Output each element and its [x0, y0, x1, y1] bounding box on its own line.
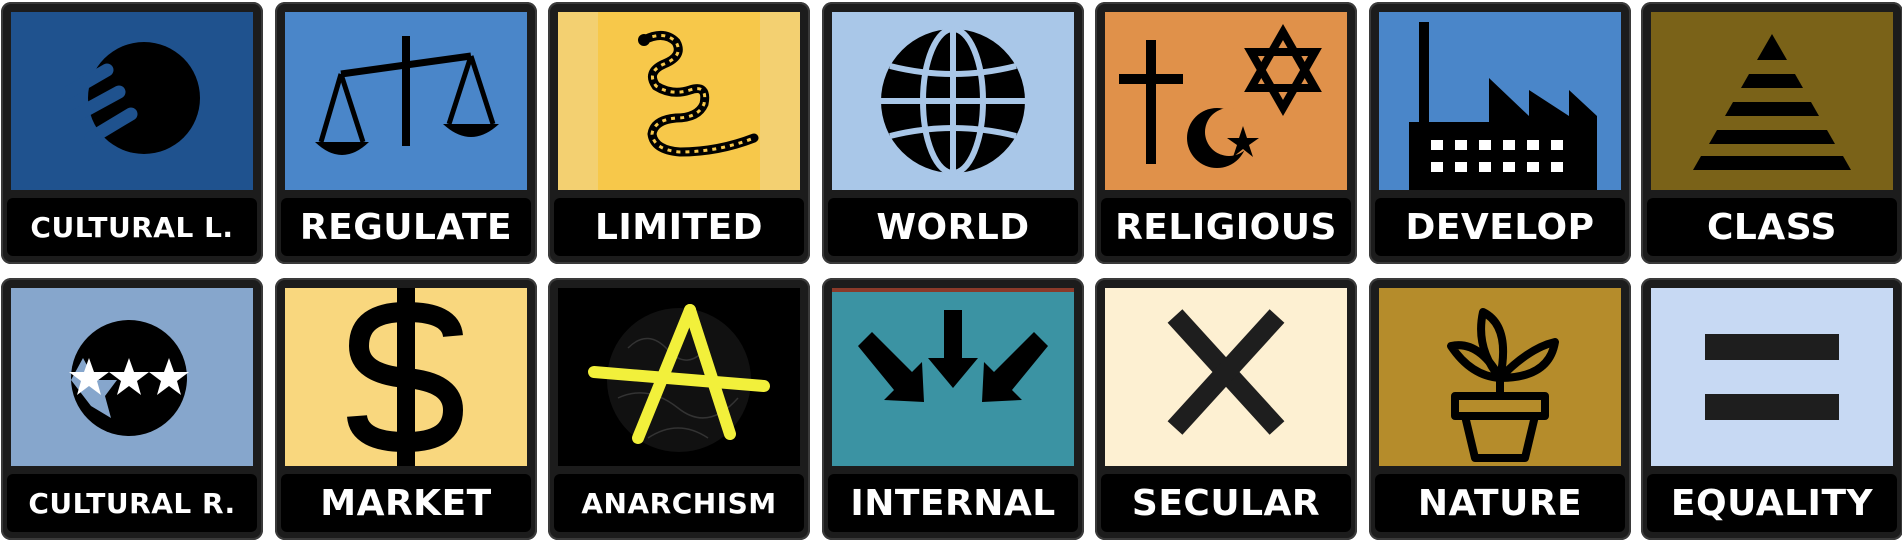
tile-art	[1379, 288, 1621, 466]
tile-art	[1379, 12, 1621, 190]
tile-develop[interactable]: DEVELOP	[1369, 2, 1631, 264]
tile-label: MARKET	[281, 474, 531, 532]
globe-icon	[881, 26, 1025, 176]
tile-label: LIMITED	[554, 198, 804, 256]
tile-cultural-l[interactable]: CULTURAL L.	[1, 2, 263, 264]
tile-religious[interactable]: RELIGIOUS	[1095, 2, 1357, 264]
tile-label: ANARCHISM	[554, 474, 804, 532]
cross-x-icon	[1167, 309, 1285, 435]
tile-limited[interactable]: LIMITED	[548, 2, 810, 264]
tile-label: WORLD	[828, 198, 1078, 256]
tile-secular[interactable]: SECULAR	[1095, 278, 1357, 540]
tile-nature[interactable]: NATURE	[1369, 278, 1631, 540]
tile-regulate[interactable]: REGULATE	[275, 2, 537, 264]
orb-icon	[62, 42, 200, 154]
tile-label: EQUALITY	[1647, 474, 1897, 532]
pyramid-icon	[1693, 34, 1851, 170]
tile-art	[285, 12, 527, 190]
dollar-icon	[347, 288, 464, 466]
tile-anarchism[interactable]: ANARCHISM	[548, 278, 810, 540]
tile-art	[11, 12, 253, 190]
gadsden-snake-icon	[558, 12, 800, 190]
tile-world[interactable]: WORLD	[822, 2, 1084, 264]
tile-class[interactable]: CLASS	[1641, 2, 1902, 264]
tile-art	[1105, 12, 1347, 190]
scales-icon	[315, 36, 499, 155]
tile-label: REGULATE	[281, 198, 531, 256]
ideology-tile-grid: CULTURAL L. REGULATE LIMITED WORLD RELIG…	[0, 0, 1902, 542]
tile-art	[1651, 12, 1893, 190]
tile-art	[832, 288, 1074, 466]
factory-icon	[1409, 22, 1597, 190]
anarchy-icon	[588, 304, 770, 452]
tile-label: CULTURAL L.	[7, 198, 257, 256]
potted-plant-icon	[1447, 308, 1559, 462]
tile-art	[558, 12, 800, 190]
starred-orb-icon	[69, 320, 189, 436]
tile-label: NATURE	[1375, 474, 1625, 532]
tile-label: RELIGIOUS	[1101, 198, 1351, 256]
inward-arrows-icon	[832, 288, 1074, 402]
religious-symbols-icon	[1119, 23, 1322, 168]
equals-icon	[1705, 334, 1839, 420]
tile-art	[1651, 288, 1893, 466]
tile-cultural-r[interactable]: CULTURAL R.	[1, 278, 263, 540]
tile-label: INTERNAL	[828, 474, 1078, 532]
tile-art	[285, 288, 527, 466]
tile-market[interactable]: MARKET	[275, 278, 537, 540]
tile-equality[interactable]: EQUALITY	[1641, 278, 1902, 540]
tile-internal[interactable]: INTERNAL	[822, 278, 1084, 540]
tile-label: CULTURAL R.	[7, 474, 257, 532]
tile-label: SECULAR	[1101, 474, 1351, 532]
tile-art	[11, 288, 253, 466]
tile-label: DEVELOP	[1375, 198, 1625, 256]
tile-art	[1105, 288, 1347, 466]
tile-art	[558, 288, 800, 466]
tile-art	[832, 12, 1074, 190]
tile-label: CLASS	[1647, 198, 1897, 256]
